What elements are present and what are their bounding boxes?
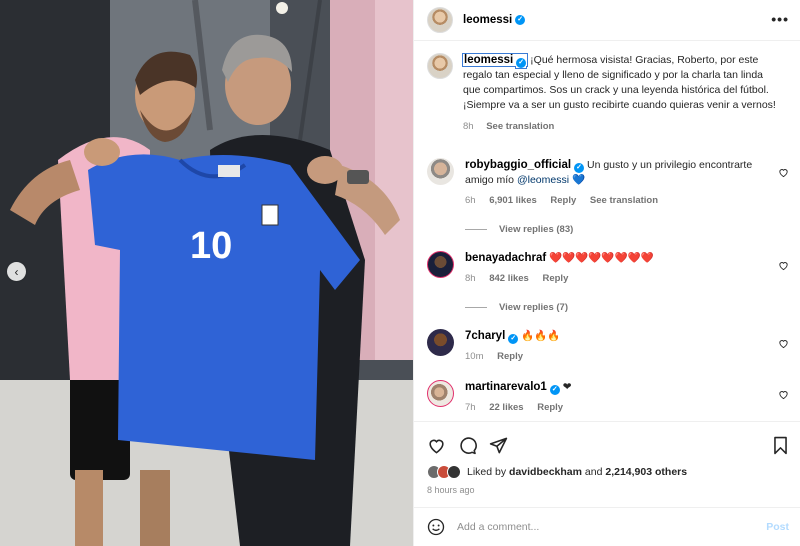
liked-by-others-link[interactable]: 2,214,903 others [605,466,687,478]
comment-like-heart-icon[interactable] [778,338,789,349]
comment-like-heart-icon[interactable] [778,260,789,271]
reply-button[interactable]: Reply [550,195,576,206]
verified-badge-icon: ✓ [549,385,560,395]
reply-button[interactable]: Reply [537,402,563,413]
instagram-post-view: 10 ‹ leomessi ✓ ••• leomessi ✓ ¡Qué hermo… [0,0,800,546]
reply-button[interactable]: Reply [497,351,523,362]
chevron-left-icon: ‹ [14,264,19,279]
add-comment-bar: Post [414,507,800,546]
view-replies-button[interactable]: View replies (7) [465,302,568,313]
add-comment-input[interactable] [457,521,717,533]
comment-avatar[interactable] [427,329,454,356]
comment-time: 7h [465,402,476,413]
comment-item: benayadachraf ❤️❤️❤️❤️❤️❤️❤️❤️ 8h 842 li… [427,251,797,286]
verified-badge-icon: ✓ [574,163,585,173]
comment-username-link[interactable]: martinarevalo1 [465,381,547,393]
view-replies-button[interactable]: View replies (83) [465,224,573,235]
post-header: leomessi ✓ ••• [414,0,800,41]
liked-by-user-link[interactable]: davidbeckham [509,466,582,478]
comment-time: 6h [465,195,476,206]
comment-avatar[interactable] [427,158,454,185]
comment-item: robybaggio_official ✓ Un gusto y un privi… [427,158,797,208]
emoji-icon[interactable] [427,518,445,536]
reply-button[interactable]: Reply [542,273,568,284]
comment-likes[interactable]: 6,901 likes [489,195,537,206]
comment-avatar[interactable] [427,251,454,278]
post-comment-button[interactable]: Post [766,521,789,533]
verified-badge-icon: ✓ [516,58,527,68]
post-photo[interactable]: 10 ‹ [0,0,413,546]
bookmark-icon[interactable] [772,436,789,455]
post-actions-bar [414,421,800,468]
comment-time: 10m [465,351,484,362]
more-options-icon[interactable]: ••• [771,11,789,27]
caption-time: 8h [463,121,474,132]
comment-like-heart-icon[interactable] [778,167,789,178]
comment-text: ❤ [562,381,572,393]
comment-username-link[interactable]: robybaggio_official [465,159,571,171]
comment-avatar[interactable] [427,380,454,407]
comment-likes[interactable]: 842 likes [489,273,529,284]
comment-like-heart-icon[interactable] [778,389,789,400]
author-username-link[interactable]: leomessi [463,14,512,26]
heart-icon[interactable] [427,436,446,455]
comment-icon[interactable] [458,436,477,455]
jersey-number: 10 [190,225,232,267]
caption-avatar[interactable] [427,53,453,79]
liker-avatar [447,465,461,479]
comment-text: 🔥🔥🔥 [521,330,561,342]
comment-likes[interactable]: 22 likes [489,402,523,413]
liked-by-prefix: Liked by [467,466,507,478]
comment-username-link[interactable]: 7charyl [465,330,505,342]
post-timestamp: 8 hours ago [427,485,475,495]
see-translation-link[interactable]: See translation [486,121,554,132]
comment-text: ❤️❤️❤️❤️❤️❤️❤️❤️ [549,252,654,264]
comment-username-link[interactable]: benayadachraf [465,252,546,264]
previous-photo-button[interactable]: ‹ [7,262,26,281]
verified-badge-icon: ✓ [508,334,519,344]
see-translation-link[interactable]: See translation [590,195,658,206]
author-avatar[interactable] [427,7,453,33]
photo-illustration: 10 [0,0,413,546]
share-icon[interactable] [489,436,508,455]
liked-by-and: and [584,466,603,478]
post-caption: leomessi ✓ ¡Qué hermosa visista! Gracias,… [427,53,792,134]
caption-username-link[interactable]: leomessi ✓ [461,53,529,68]
liked-by-row: Liked by davidbeckham and 2,214,903 othe… [427,465,687,479]
comment-item: 7charyl ✓ 🔥🔥🔥 10m Reply [427,329,797,364]
blue-heart-emoji: 💙 [571,174,586,186]
comment-item: martinarevalo1 ✓ ❤ 7h 22 likes Reply [427,380,797,415]
mention-link[interactable]: @leomessi [517,174,569,186]
post-side-panel: leomessi ✓ ••• leomessi ✓ ¡Qué hermosa vi… [413,0,800,546]
comment-time: 8h [465,273,476,284]
verified-badge-icon: ✓ [515,15,526,25]
